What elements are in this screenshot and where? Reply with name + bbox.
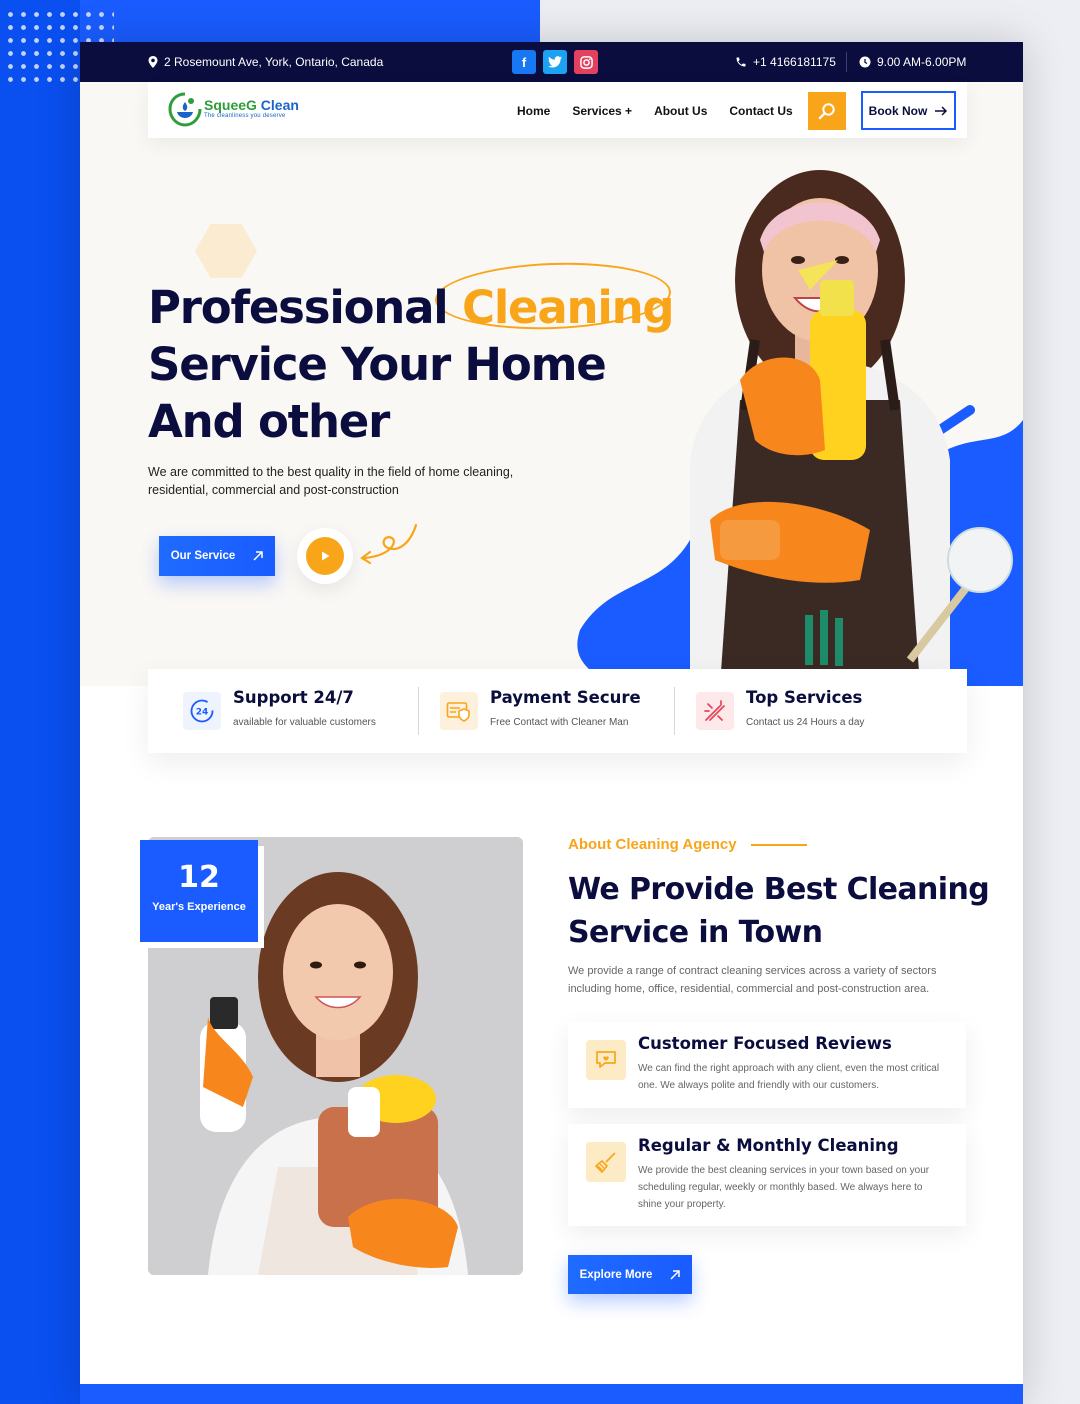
our-service-label: Our Service bbox=[170, 550, 236, 562]
location-pin-icon bbox=[148, 56, 158, 68]
site-logo[interactable]: SqueeG Clean The cleanliness you deserve bbox=[168, 90, 299, 127]
arrow-up-right-icon bbox=[253, 551, 264, 561]
support-24-icon: 24 bbox=[183, 692, 221, 730]
explore-more-label: Explore More bbox=[579, 1268, 653, 1281]
logo-name-part1: SqueeG bbox=[204, 96, 257, 113]
feature-payment: Payment Secure Free Contact with Cleaner… bbox=[440, 669, 680, 753]
phone[interactable]: +1 4166181175 bbox=[735, 55, 836, 69]
our-service-button[interactable]: Our Service bbox=[159, 536, 275, 576]
card-regular-cleaning: Regular & Monthly Cleaning We provide th… bbox=[568, 1124, 966, 1226]
logo-name-part2: Clean bbox=[256, 96, 299, 113]
website-page: 2 Rosemount Ave, York, Ontario, Canada f… bbox=[80, 42, 1023, 1404]
feature-top-services-subtitle: Contact us 24 Hours a day bbox=[746, 717, 865, 728]
arrow-up-right-icon bbox=[670, 1269, 681, 1280]
nav-item-about[interactable]: About Us bbox=[654, 104, 707, 118]
next-section-strip bbox=[80, 1384, 1023, 1404]
feature-support-subtitle: available for valuable customers bbox=[233, 717, 376, 728]
main-navbar: SqueeG Clean The cleanliness you deserve… bbox=[148, 82, 967, 138]
experience-label: Year's Experience bbox=[152, 901, 246, 913]
twitter-icon[interactable] bbox=[543, 50, 567, 74]
phone-text: +1 4166181175 bbox=[753, 55, 836, 69]
card-regular-cleaning-title: Regular & Monthly Cleaning bbox=[638, 1136, 899, 1155]
search-icon bbox=[818, 103, 835, 120]
logo-mark-icon bbox=[168, 90, 202, 127]
feature-support: 24 Support 24/7 available for valuable c… bbox=[183, 669, 423, 753]
nav-item-services[interactable]: Services + bbox=[572, 104, 632, 118]
explore-more-button[interactable]: Explore More bbox=[568, 1255, 692, 1294]
broom-icon bbox=[586, 1142, 626, 1182]
address: 2 Rosemount Ave, York, Ontario, Canada bbox=[148, 55, 383, 69]
facebook-icon[interactable]: f bbox=[512, 50, 536, 74]
search-button[interactable] bbox=[808, 92, 846, 130]
feature-payment-subtitle: Free Contact with Cleaner Man bbox=[490, 717, 629, 728]
feature-payment-title: Payment Secure bbox=[490, 688, 641, 707]
experience-number: 12 bbox=[178, 860, 220, 895]
hero-section: SqueeG Clean The cleanliness you deserve… bbox=[80, 82, 1023, 686]
hero-cleaner-photo bbox=[577, 170, 1023, 686]
background-blue-strip bbox=[0, 0, 80, 1404]
hero-description: We are committed to the best quality in … bbox=[148, 465, 514, 497]
divider bbox=[418, 687, 419, 735]
social-links: f bbox=[512, 50, 598, 74]
nav-menu: Home Services + About Us Contact Us bbox=[517, 104, 793, 118]
play-video-button[interactable] bbox=[297, 528, 353, 584]
top-services-icon bbox=[696, 692, 734, 730]
address-text: 2 Rosemount Ave, York, Ontario, Canada bbox=[164, 55, 384, 69]
feature-support-title: Support 24/7 bbox=[233, 688, 354, 707]
card-regular-cleaning-desc: We provide the best cleaning services in… bbox=[638, 1165, 930, 1210]
phone-icon bbox=[736, 57, 746, 67]
features-strip: 24 Support 24/7 available for valuable c… bbox=[148, 669, 967, 753]
divider bbox=[846, 52, 847, 72]
payment-secure-icon bbox=[440, 692, 478, 730]
decorative-hexagon bbox=[195, 224, 257, 278]
about-description: We provide a range of contract cleaning … bbox=[568, 965, 937, 995]
opening-hours: 9.00 AM-6.00PM bbox=[859, 55, 966, 69]
book-now-label: Book Now bbox=[868, 103, 928, 118]
curly-arrow-icon bbox=[360, 523, 418, 565]
logo-tagline: The cleanliness you deserve bbox=[204, 112, 286, 119]
instagram-icon[interactable] bbox=[574, 50, 598, 74]
about-title-line2: Service in Town bbox=[568, 915, 823, 950]
clock-icon bbox=[859, 56, 871, 68]
experience-badge: 12 Year's Experience bbox=[140, 840, 258, 942]
hours-text: 9.00 AM-6.00PM bbox=[877, 55, 967, 69]
book-now-button[interactable]: Book Now bbox=[861, 91, 956, 130]
card-customer-reviews: Customer Focused Reviews We can find the… bbox=[568, 1022, 966, 1108]
play-icon bbox=[306, 537, 344, 575]
review-chat-icon bbox=[586, 1040, 626, 1080]
about-title-line1: We Provide Best Cleaning bbox=[568, 872, 990, 907]
nav-item-home[interactable]: Home bbox=[517, 104, 550, 118]
divider bbox=[674, 687, 675, 735]
about-tagline: About Cleaning Agency bbox=[568, 836, 807, 853]
nav-item-contact[interactable]: Contact Us bbox=[729, 104, 792, 118]
svg-text:24: 24 bbox=[196, 708, 209, 718]
about-tag-text: About Cleaning Agency bbox=[568, 836, 737, 853]
card-customer-reviews-desc: We can find the right approach with any … bbox=[638, 1063, 940, 1091]
top-info-bar: 2 Rosemount Ave, York, Ontario, Canada f… bbox=[80, 42, 1023, 82]
arrow-right-icon bbox=[935, 105, 948, 116]
card-customer-reviews-title: Customer Focused Reviews bbox=[638, 1034, 892, 1053]
tag-underline bbox=[750, 843, 807, 846]
feature-top-services: Top Services Contact us 24 Hours a day bbox=[696, 669, 936, 753]
about-title: We Provide Best Cleaning Service in Town bbox=[568, 868, 990, 954]
hero-title-part1: Professional bbox=[148, 281, 462, 334]
feature-top-services-title: Top Services bbox=[746, 688, 863, 707]
